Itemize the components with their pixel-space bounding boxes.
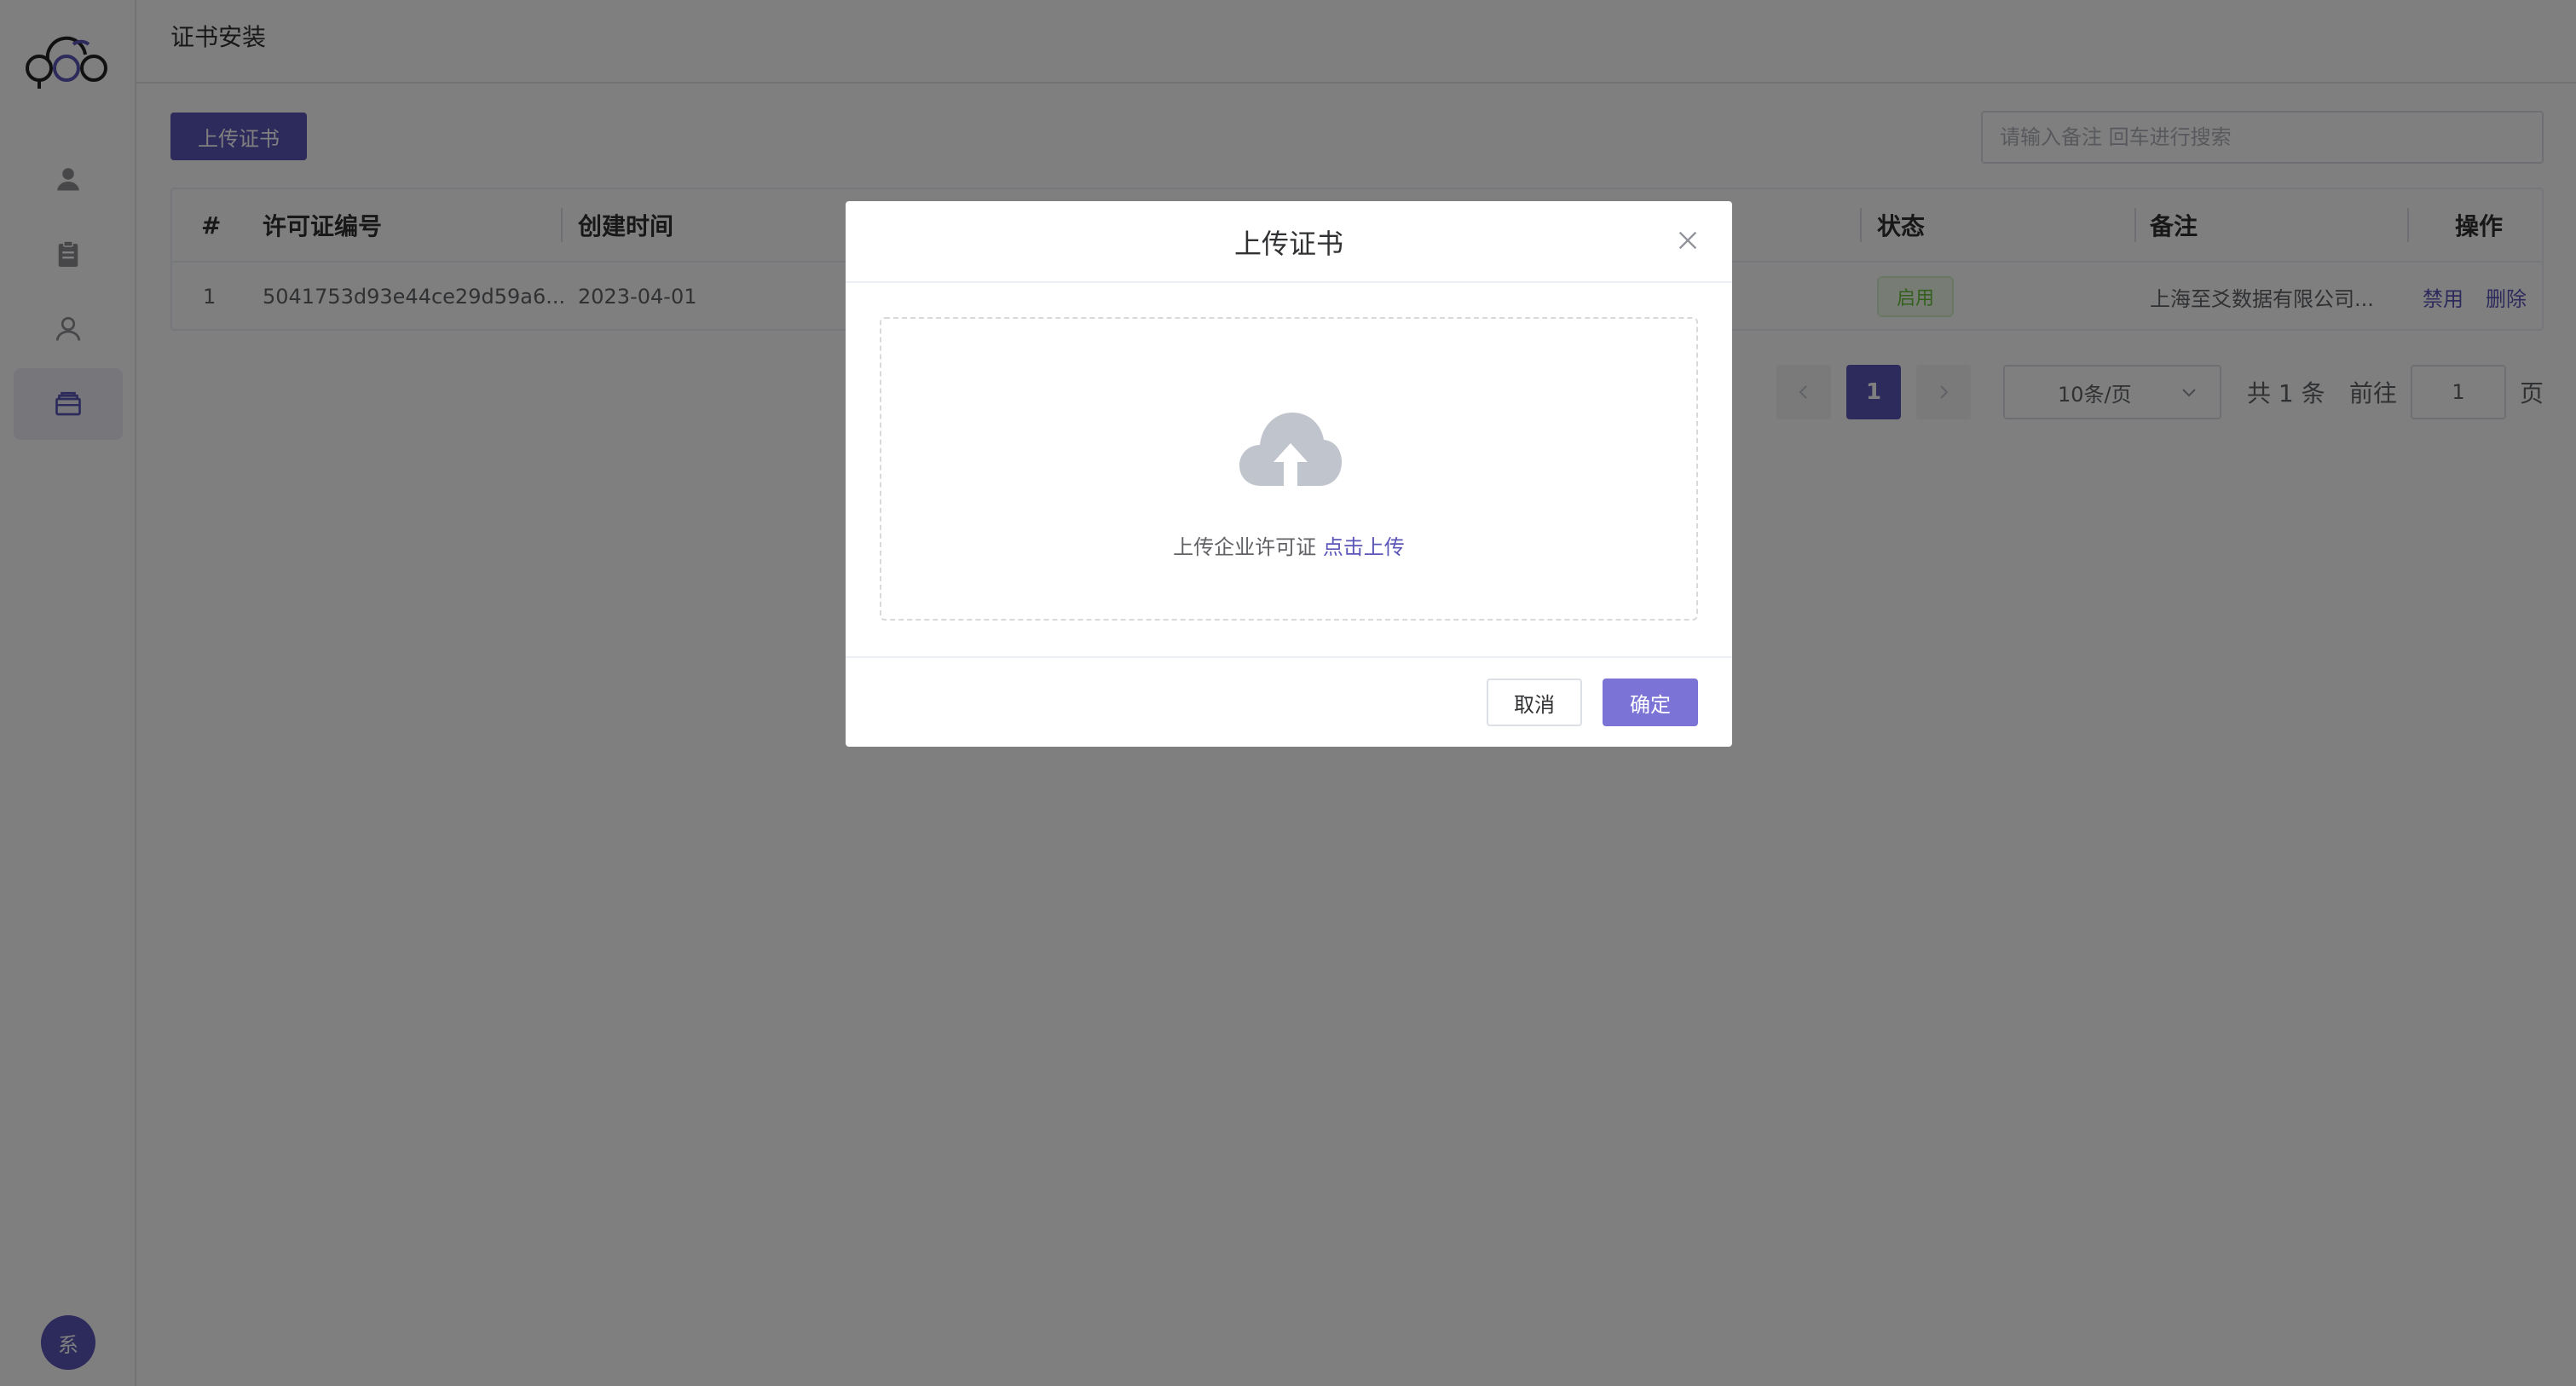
upload-dropzone[interactable]: 上传企业许可证 点击上传 xyxy=(880,317,1698,621)
app-root: 系 证书安装 上传证书 # 许可证编号 创建时间 状态 备注 操作 1 5041… xyxy=(0,0,2576,1386)
upload-hint-line: 上传企业许可证 点击上传 xyxy=(881,530,1696,560)
dialog-footer-divider xyxy=(846,656,1732,658)
dialog-title: 上传证书 xyxy=(1233,228,1343,260)
close-icon[interactable] xyxy=(1674,227,1701,254)
dialog-header: 上传证书 xyxy=(846,201,1732,283)
cloud-upload-icon xyxy=(1239,413,1342,486)
click-upload-link[interactable]: 点击上传 xyxy=(1323,535,1405,559)
cancel-button[interactable]: 取消 xyxy=(1487,679,1582,726)
upload-certificate-dialog: 上传证书 上传企业许可证 点击上传 取消 确定 xyxy=(846,201,1732,747)
upload-hint-text: 上传企业许可证 xyxy=(1173,535,1317,559)
confirm-button[interactable]: 确定 xyxy=(1603,679,1698,726)
